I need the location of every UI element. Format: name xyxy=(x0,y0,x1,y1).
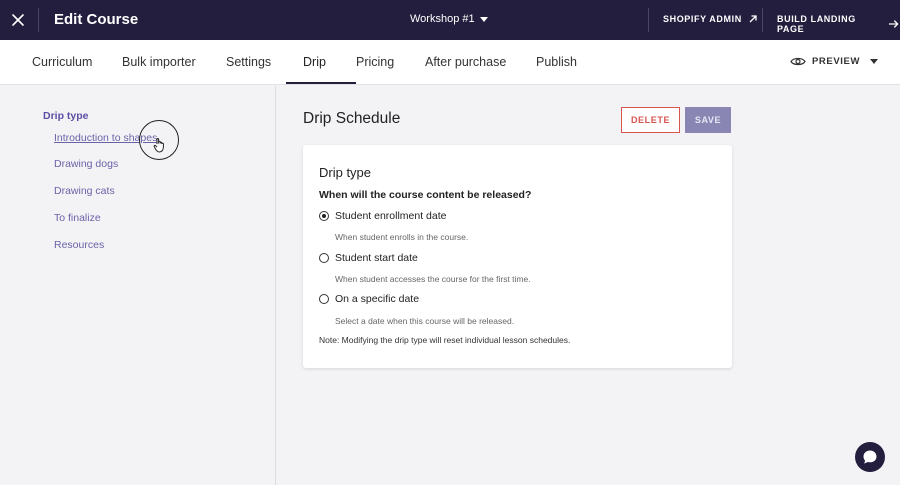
tab-after-purchase[interactable]: After purchase xyxy=(425,55,506,69)
delete-button[interactable]: DELETE xyxy=(621,107,680,133)
preview-label: PREVIEW xyxy=(812,56,861,67)
option-student-start-date[interactable]: Student start date xyxy=(319,252,418,264)
chat-launcher-button[interactable] xyxy=(855,442,885,472)
active-tab-indicator xyxy=(286,82,356,84)
drip-schedule-title: Drip Schedule xyxy=(303,110,401,127)
radio-button[interactable] xyxy=(319,294,329,304)
option-description: When student enrolls in the course. xyxy=(335,232,469,242)
preview-button[interactable]: PREVIEW xyxy=(790,56,879,67)
top-bar: Edit Course Workshop #1 SHOPIFY ADMIN BU… xyxy=(0,0,900,40)
drip-type-note: Note: Modifying the drip type will reset… xyxy=(319,335,571,345)
chat-bubble-icon xyxy=(863,450,877,464)
shopify-admin-link[interactable]: SHOPIFY ADMIN xyxy=(663,14,758,24)
tab-curriculum[interactable]: Curriculum xyxy=(32,55,92,69)
option-description: Select a date when this course will be r… xyxy=(335,316,515,326)
sidebar-item-drawing-cats[interactable]: Drawing cats xyxy=(54,185,115,197)
option-label: Student enrollment date xyxy=(335,210,447,222)
radio-button[interactable] xyxy=(319,253,329,263)
divider xyxy=(38,8,39,32)
tab-pricing[interactable]: Pricing xyxy=(356,55,394,69)
divider xyxy=(762,8,763,32)
option-student-enrollment-date[interactable]: Student enrollment date xyxy=(319,210,447,222)
release-question: When will the course content be released… xyxy=(319,189,532,201)
hand-cursor-icon xyxy=(153,137,164,153)
option-label: On a specific date xyxy=(335,293,420,305)
eye-icon xyxy=(790,57,806,66)
chevron-down-icon xyxy=(479,16,488,22)
tab-settings[interactable]: Settings xyxy=(226,55,271,69)
sidebar-item-to-finalize[interactable]: To finalize xyxy=(54,212,101,224)
sidebar: Drip type Introduction to shapes Drawing… xyxy=(0,86,276,485)
tab-drip[interactable]: Drip xyxy=(303,55,326,69)
tab-bulk-importer[interactable]: Bulk importer xyxy=(122,55,196,69)
course-name: Workshop #1 xyxy=(410,13,475,25)
external-link-icon xyxy=(749,15,757,23)
drip-type-card: Drip type When will the course content b… xyxy=(303,145,732,368)
option-specific-date[interactable]: On a specific date xyxy=(319,293,419,305)
arrow-right-icon xyxy=(889,20,899,28)
build-landing-page-label: BUILD LANDING PAGE xyxy=(777,14,856,34)
sidebar-heading[interactable]: Drip type xyxy=(43,110,89,122)
option-label: Student start date xyxy=(335,252,418,264)
sidebar-item-resources[interactable]: Resources xyxy=(54,239,104,251)
radio-button[interactable] xyxy=(319,211,329,221)
build-landing-page-link[interactable]: BUILD LANDING PAGE xyxy=(777,14,900,34)
card-title: Drip type xyxy=(319,165,372,180)
course-selector[interactable]: Workshop #1 xyxy=(410,13,488,25)
tabs-bar: Curriculum Bulk importer Settings Drip P… xyxy=(0,40,900,85)
close-icon[interactable] xyxy=(8,10,28,30)
chevron-down-icon xyxy=(870,59,879,64)
tab-publish[interactable]: Publish xyxy=(536,55,577,69)
sidebar-item-drawing-dogs[interactable]: Drawing dogs xyxy=(54,158,118,170)
save-button[interactable]: SAVE xyxy=(685,107,731,133)
option-description: When student accesses the course for the… xyxy=(335,274,531,284)
divider xyxy=(648,8,649,32)
shopify-admin-label: SHOPIFY ADMIN xyxy=(663,14,742,24)
page-title: Edit Course xyxy=(54,11,139,28)
